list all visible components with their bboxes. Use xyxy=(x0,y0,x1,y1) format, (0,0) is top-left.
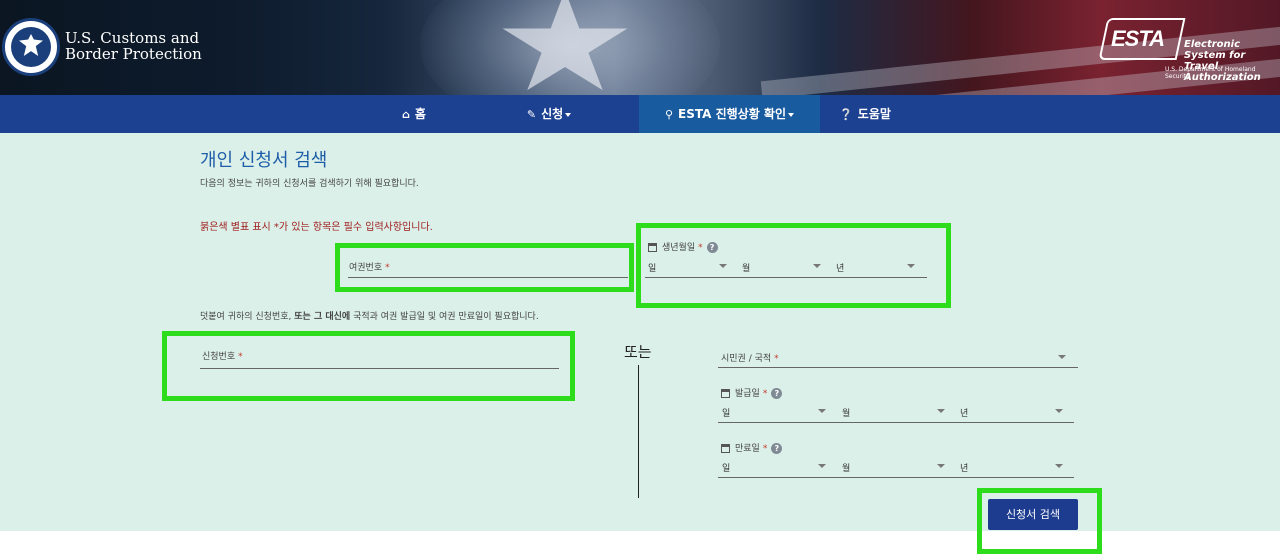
chevron-down-icon xyxy=(937,464,945,468)
highlight-box-birth-date xyxy=(636,223,951,308)
note-text: 덧붙여 귀하의 신청번호, xyxy=(200,312,295,322)
nav-item-help[interactable]: ❔ 도움말 xyxy=(830,95,900,133)
esta-logo[interactable]: ESTA Electronic System for Travel Author… xyxy=(1098,18,1280,83)
calendar-icon xyxy=(721,389,730,398)
expiry-year-select[interactable]: 년 xyxy=(960,461,968,474)
page-title: 개인 신청서 검색 xyxy=(200,150,328,171)
question-circle-icon: ❔ xyxy=(839,108,853,121)
issue-month-select[interactable]: 월 xyxy=(842,406,850,419)
highlight-box-search-button xyxy=(977,488,1102,554)
citizenship-select[interactable]: 시민권 / 국적 * xyxy=(721,351,779,364)
chevron-down-icon xyxy=(1055,409,1063,413)
help-icon[interactable]: ? xyxy=(771,388,783,399)
agency-name-line2: Border Protection xyxy=(65,45,202,63)
agency-name-line1: U.S. Customs and xyxy=(65,29,200,47)
required-asterisk: * xyxy=(762,444,768,454)
search-icon: ⚲ xyxy=(664,108,674,121)
pencil-icon: ✎ xyxy=(526,108,537,121)
issue-date-label-row: 발급일 *? xyxy=(721,386,783,399)
chevron-down-icon xyxy=(937,409,945,413)
chevron-down-icon xyxy=(565,112,572,117)
esta-dept-text: U.S. Department of Homeland Security xyxy=(1165,66,1256,80)
nav-item-label: 홈 xyxy=(414,107,426,121)
issue-date-label: 발급일 xyxy=(735,389,760,399)
additional-info-note: 덧붙여 귀하의 신청번호, 또는 그 대신에 국적과 여권 발급일 및 여권 만… xyxy=(200,309,539,322)
nav-item-home[interactable]: ⌂ 홈 xyxy=(386,95,442,133)
esta-tagline-line1: Electronic System for xyxy=(1184,39,1246,61)
nav-item-label: 도움말 xyxy=(857,107,891,121)
or-divider-line xyxy=(638,365,639,498)
highlight-box-passport xyxy=(335,243,634,292)
citizenship-input-line xyxy=(718,367,1078,368)
nav-item-label: 신청 xyxy=(541,107,564,121)
agency-name[interactable]: U.S. Customs and Border Protection xyxy=(65,30,202,62)
page-subtitle: 다음의 정보는 귀하의 신청서를 검색하기 위해 필요합니다. xyxy=(200,179,419,189)
required-asterisk: * xyxy=(774,354,779,364)
nav-item-label: ESTA 진행상황 확인 xyxy=(678,107,787,121)
nav-item-check-status[interactable]: ⚲ ESTA 진행상황 확인 xyxy=(639,95,820,133)
chevron-down-icon xyxy=(1055,464,1063,468)
issue-year-select[interactable]: 년 xyxy=(960,406,968,419)
chevron-down-icon xyxy=(818,464,826,468)
expiry-date-input-line xyxy=(718,477,1074,478)
expiry-day-select[interactable]: 일 xyxy=(722,461,730,474)
required-note: 붉은색 별표 표시 *가 있는 항목은 필수 입력사항입니다. xyxy=(200,222,433,233)
note-text: 국적과 여권 발급일 및 여권 만료일이 필요합니다. xyxy=(350,312,539,322)
issue-date-input-line xyxy=(718,422,1074,423)
expiry-date-label: 만료일 xyxy=(735,444,760,454)
calendar-icon xyxy=(721,444,730,453)
help-icon[interactable]: ? xyxy=(771,443,783,454)
citizenship-label: 시민권 / 국적 xyxy=(721,354,772,364)
chevron-down-icon xyxy=(1058,355,1066,359)
home-icon: ⌂ xyxy=(402,108,410,121)
issue-day-select[interactable]: 일 xyxy=(722,406,730,419)
esta-logo-word: ESTA xyxy=(1111,26,1165,51)
required-asterisk: * xyxy=(762,389,768,399)
nav-item-apply[interactable]: ✎ 신청 xyxy=(513,95,585,133)
or-divider-text: 또는 xyxy=(624,343,652,361)
chevron-down-icon xyxy=(818,409,826,413)
main-nav: ⌂ 홈 ✎ 신청 ⚲ ESTA 진행상황 확인 ❔ 도움말 xyxy=(0,95,1280,133)
note-bold-text: 또는 그 대신에 xyxy=(294,312,351,322)
dhs-seal-icon[interactable] xyxy=(2,18,60,76)
chevron-down-icon xyxy=(788,112,795,117)
expiry-date-label-row: 만료일 *? xyxy=(721,441,783,454)
highlight-box-application-number xyxy=(162,331,575,401)
site-header: U.S. Customs and Border Protection ESTA … xyxy=(0,0,1280,95)
expiry-month-select[interactable]: 월 xyxy=(842,461,850,474)
